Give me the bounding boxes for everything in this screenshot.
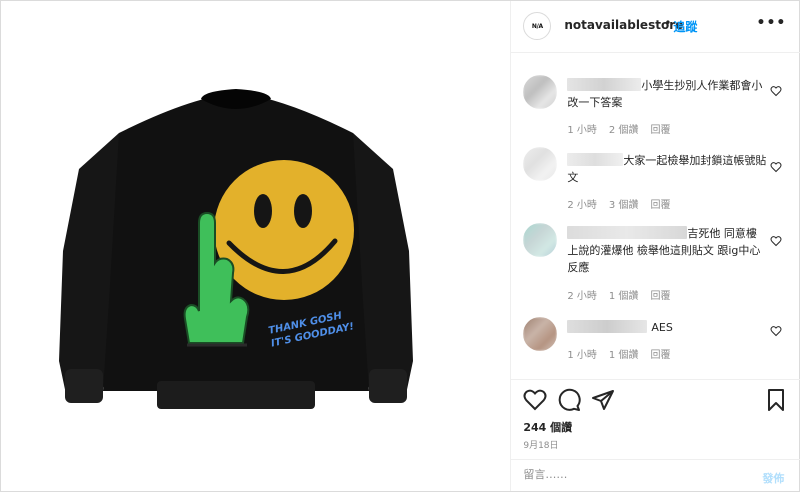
blurred-username[interactable] — [567, 226, 688, 239]
comment-likes[interactable]: 3 個讚 — [609, 196, 639, 211]
blurred-username[interactable] — [567, 78, 642, 91]
blurred-username[interactable] — [567, 153, 624, 166]
left-cuff — [65, 369, 103, 403]
comment-item: AES 1 小時 1 個讚 回覆 — [511, 317, 800, 367]
smiley-left-eye — [254, 194, 272, 228]
post-header: N/A notavailablestore • 追蹤 ••• — [511, 1, 800, 53]
comment-input[interactable] — [523, 468, 744, 481]
comment-likes[interactable]: 1 個讚 — [609, 346, 639, 361]
heart-icon[interactable] — [770, 325, 782, 337]
comment-likes[interactable]: 1 個讚 — [609, 287, 639, 302]
reply-button[interactable]: 回覆 — [650, 121, 670, 136]
post-image[interactable]: THANK GOSH IT'S GOODDAY! — [1, 1, 511, 491]
post-comment-button[interactable]: 發佈 — [762, 470, 784, 486]
comment-item: 吉死他 同意樓上說的灌爆他 檢舉他這則貼文 跟ig中心反應 2 小時 1 個讚 … — [511, 221, 800, 302]
comment-text-block: 小學生抄別人作業都會小改一下答案 — [567, 77, 767, 111]
hem — [157, 381, 315, 409]
bookmark-icon[interactable] — [764, 388, 788, 412]
smiley-right-eye — [294, 194, 312, 228]
comment-item: 小學生抄別人作業都會小改一下答案 1 小時 2 個讚 回覆 — [511, 71, 800, 139]
reply-button[interactable]: 回覆 — [650, 346, 670, 361]
commenter-avatar[interactable] — [523, 317, 558, 351]
smiley-face — [214, 160, 354, 300]
like-heart-icon[interactable] — [523, 388, 547, 412]
heart-icon[interactable] — [770, 85, 782, 97]
likes-count[interactable]: 244 個讚 — [523, 419, 572, 435]
action-bar — [511, 379, 800, 421]
share-icon[interactable] — [591, 388, 615, 412]
heart-icon[interactable] — [770, 161, 782, 173]
comment-text-block: 吉死他 同意樓上說的灌爆他 檢舉他這則貼文 跟ig中心反應 — [567, 225, 767, 276]
right-cuff — [369, 369, 407, 403]
comment-text-block: 大家一起檢舉加封鎖這帳號貼文 — [567, 152, 767, 186]
comment-time: 2 小時 — [567, 200, 597, 211]
comment-meta: 2 小時 3 個讚 回覆 — [567, 196, 670, 211]
comment-time: 1 小時 — [567, 125, 597, 136]
more-options-icon[interactable]: ••• — [757, 15, 787, 31]
commenter-avatar[interactable] — [523, 223, 558, 257]
add-comment-bar: 發佈 — [511, 459, 800, 491]
reply-button[interactable]: 回覆 — [650, 287, 670, 302]
comment-likes[interactable]: 2 個讚 — [609, 121, 639, 136]
comment-text: AES — [651, 321, 673, 334]
comment-time: 1 小時 — [567, 350, 597, 361]
comment-time: 2 小時 — [567, 291, 597, 302]
profile-avatar[interactable]: N/A — [523, 12, 552, 40]
heart-icon[interactable] — [770, 235, 782, 247]
comment-meta: 1 小時 1 個讚 回覆 — [567, 346, 670, 361]
reply-button[interactable]: 回覆 — [650, 196, 670, 211]
separator-dot: • — [664, 16, 672, 30]
sweatshirt-image — [59, 89, 413, 409]
comment-meta: 2 小時 1 個讚 回覆 — [567, 287, 670, 302]
instagram-post: THANK GOSH IT'S GOODDAY! N/A notavailabl… — [0, 0, 800, 492]
comment-item: 大家一起檢舉加封鎖這帳號貼文 2 小時 3 個讚 回覆 — [511, 147, 800, 215]
commenter-avatar[interactable] — [523, 75, 558, 109]
comment-meta: 1 小時 2 個讚 回覆 — [567, 121, 670, 136]
blurred-username[interactable] — [567, 320, 648, 333]
follow-button[interactable]: 追蹤 — [673, 18, 697, 35]
comment-text-block: AES — [567, 319, 767, 336]
commenter-avatar[interactable] — [523, 147, 558, 181]
logo-text: N/A — [531, 22, 543, 30]
post-date[interactable]: 9月18日 — [523, 438, 558, 451]
post-panel: N/A notavailablestore • 追蹤 ••• 小學生抄別人作業都… — [510, 1, 800, 491]
comment-icon[interactable] — [557, 388, 581, 412]
